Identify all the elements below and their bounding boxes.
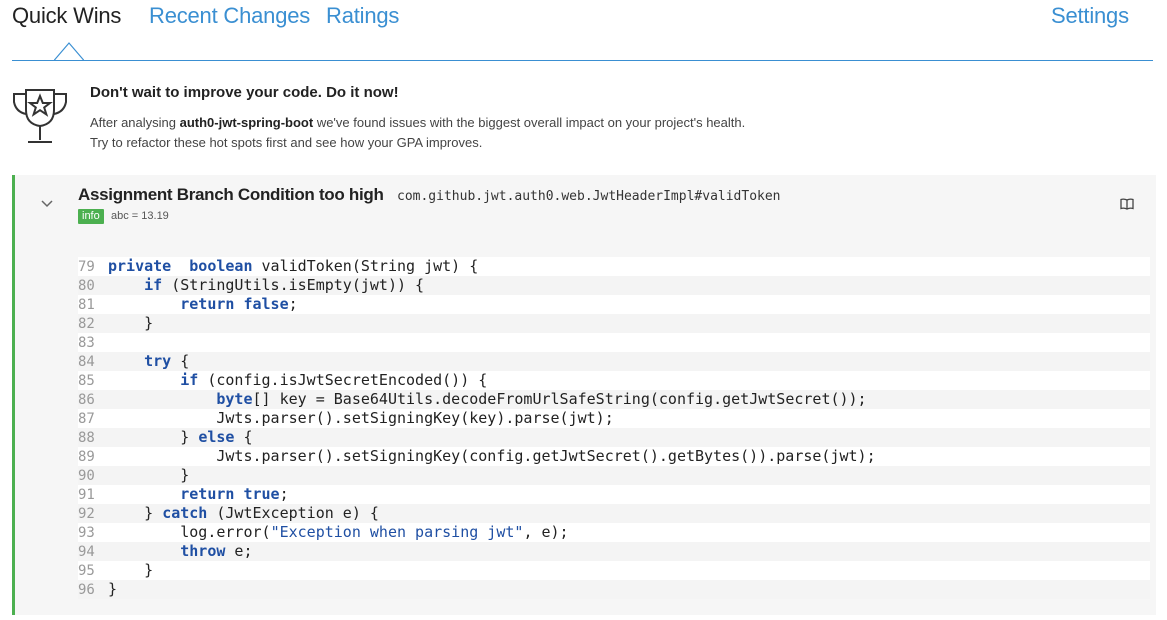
line-number: 85: [78, 373, 95, 389]
intro-title: Don't wait to improve your code. Do it n…: [90, 84, 399, 101]
top-navigation: Quick Wins Recent Changes Ratings Settin…: [0, 0, 1167, 62]
line-number: 88: [78, 430, 95, 446]
book-icon[interactable]: [1120, 198, 1134, 210]
line-number: 91: [78, 487, 95, 503]
severity-badge: info: [78, 209, 104, 224]
code-text: }: [108, 561, 154, 579]
code-text: } catch (JwtException e) {: [108, 504, 379, 522]
line-number: 86: [78, 392, 95, 408]
code-line: 80 if (StringUtils.isEmpty(jwt)) {: [78, 276, 1150, 295]
nav-divider: [12, 60, 1153, 61]
code-text: }: [108, 580, 118, 598]
active-tab-caret-icon: [54, 42, 84, 61]
code-line: 89 Jwts.parser().setSigningKey(config.ge…: [78, 447, 1150, 466]
code-text: private boolean validToken(String jwt) {: [108, 257, 479, 275]
line-number: 83: [78, 335, 95, 351]
issue-location: com.github.jwt.auth0.web.JwtHeaderImpl#v…: [397, 189, 781, 204]
code-line: 88 } else {: [78, 428, 1150, 447]
intro-description: After analysing auth0-jwt-spring-boot we…: [90, 115, 745, 130]
code-line: 85 if (config.isJwtSecretEncoded()) {: [78, 371, 1150, 390]
line-number: 87: [78, 411, 95, 427]
code-text: }: [108, 314, 154, 332]
code-line: 91 return true;: [78, 485, 1150, 504]
code-line: 79 private boolean validToken(String jwt)…: [78, 257, 1150, 276]
code-line: 95 }: [78, 561, 1150, 580]
code-line: 96}: [78, 580, 1150, 599]
code-line: 81 return false;: [78, 295, 1150, 314]
issue-title[interactable]: Assignment Branch Condition too high: [78, 185, 384, 205]
code-line: 92 } catch (JwtException e) {: [78, 504, 1150, 523]
code-text: if (StringUtils.isEmpty(jwt)) {: [144, 276, 425, 294]
code-line: 83: [78, 333, 1150, 352]
chevron-down-icon[interactable]: [41, 198, 53, 208]
code-text: throw e;: [180, 542, 253, 560]
code-snippet: 79 private boolean validToken(String jwt)…: [78, 257, 1150, 599]
line-number: 90: [78, 468, 95, 484]
intro-hint: Try to refactor these hot spots first an…: [90, 135, 483, 150]
line-number: 79: [78, 259, 95, 275]
line-number: 80: [78, 278, 95, 294]
line-number: 81: [78, 297, 95, 313]
tab-ratings[interactable]: Ratings: [326, 3, 399, 29]
code-text: return false;: [180, 295, 298, 313]
code-text: if (config.isJwtSecretEncoded()) {: [180, 371, 488, 389]
line-number: 84: [78, 354, 95, 370]
project-name: auth0-jwt-spring-boot: [179, 115, 314, 130]
code-line: 94 throw e;: [78, 542, 1150, 561]
issue-metric: abc = 13.19: [111, 210, 169, 222]
code-line: 87 Jwts.parser().setSigningKey(key).pars…: [78, 409, 1150, 428]
issue-panel: Assignment Branch Condition too high com…: [12, 175, 1156, 615]
line-number: 95: [78, 563, 95, 579]
line-number: 89: [78, 449, 95, 465]
code-line: 93 log.error("Exception when parsing jwt…: [78, 523, 1150, 542]
intro-text: we've found issues with the biggest over…: [313, 115, 746, 130]
code-line: 90 }: [78, 466, 1150, 485]
line-number: 93: [78, 525, 95, 541]
intro-text: After analysing: [90, 115, 180, 130]
line-number: 92: [78, 506, 95, 522]
code-line: 86 byte[] key = Base64Utils.decodeFromUr…: [78, 390, 1150, 409]
code-text: byte[] key = Base64Utils.decodeFromUrlSa…: [216, 390, 867, 408]
code-text: try {: [144, 352, 190, 370]
code-text: Jwts.parser().setSigningKey(key).parse(j…: [108, 409, 614, 427]
tab-recent-changes[interactable]: Recent Changes: [149, 3, 310, 29]
code-text: Jwts.parser().setSigningKey(config.getJw…: [108, 447, 876, 465]
tab-quick-wins[interactable]: Quick Wins: [12, 3, 121, 29]
trophy-star-icon: [13, 89, 67, 143]
code-text: log.error("Exception when parsing jwt", …: [108, 523, 569, 541]
code-text: }: [108, 466, 190, 484]
line-number: 96: [78, 582, 95, 598]
code-text: } else {: [108, 428, 253, 446]
code-line: 84 try {: [78, 352, 1150, 371]
code-line: 82 }: [78, 314, 1150, 333]
code-text: return true;: [180, 485, 289, 503]
line-number: 82: [78, 316, 95, 332]
line-number: 94: [78, 544, 95, 560]
settings-link[interactable]: Settings: [1051, 3, 1129, 29]
